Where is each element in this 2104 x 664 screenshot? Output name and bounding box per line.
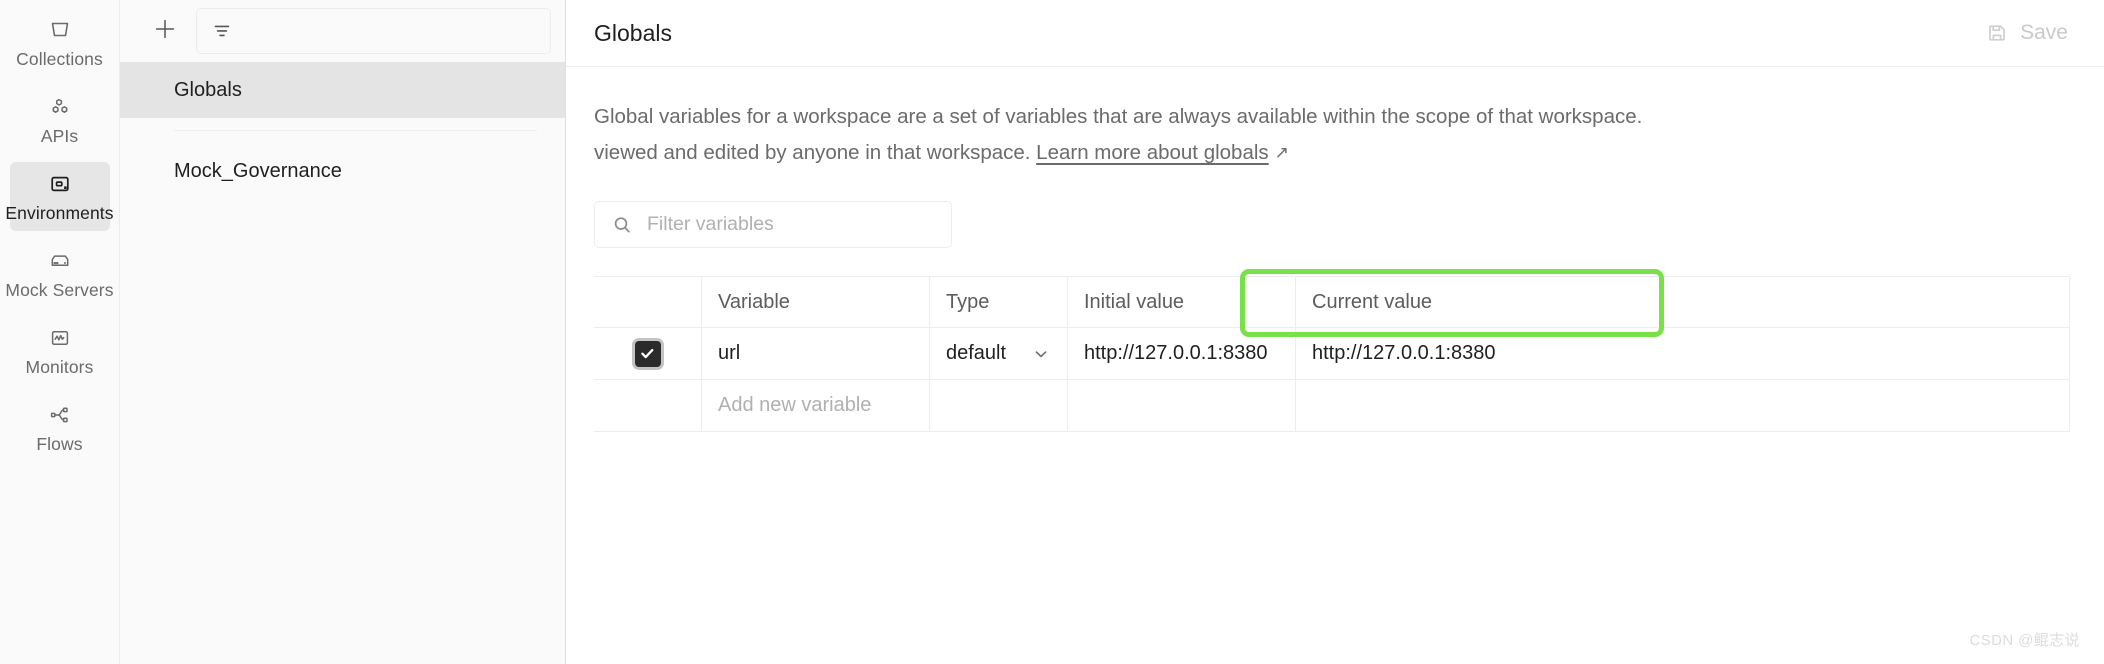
description-text: viewed and edited by anyone in that work… [594, 141, 1037, 164]
save-button-label: Save [2020, 21, 2068, 44]
row-select-cell [594, 328, 702, 379]
table-header-type: Type [930, 277, 1068, 327]
environment-list-item-mock-governance[interactable]: Mock_Governance [120, 143, 565, 199]
sidebar-item-monitors[interactable]: Monitors [10, 316, 110, 385]
variable-name-value: url [718, 342, 741, 364]
add-row-type-cell[interactable] [930, 380, 1068, 431]
globals-description-line1: Global variables for a workspace are a s… [594, 105, 1643, 128]
monitors-icon [47, 325, 73, 351]
column-label: Initial value [1084, 290, 1185, 313]
environment-list-item-globals[interactable]: Globals [120, 62, 565, 118]
sidebar-item-label: Mock Servers [5, 280, 114, 300]
main-body: Global variables for a workspace are a s… [566, 67, 2104, 664]
main-header: Globals Save [566, 0, 2104, 67]
flows-icon [47, 402, 73, 428]
add-new-variable-placeholder: Add new variable [718, 394, 872, 416]
external-link-arrow-icon: ↗ [1274, 143, 1289, 162]
column-label: Variable [718, 290, 790, 313]
column-label: Type [946, 290, 990, 313]
watermark: CSDN @鲲志说 [1969, 632, 2080, 649]
variable-initial-value-cell[interactable]: http://127.0.0.1:8380 [1068, 328, 1296, 379]
mock-servers-icon [47, 248, 73, 274]
sidebar-item-environments[interactable]: Environments [5, 162, 114, 231]
sidebar-item-label: Environments [5, 203, 114, 223]
list-item-label: Globals [174, 78, 242, 101]
plus-icon [152, 16, 178, 47]
left-nav-rail: Collections APIs Environments Mock Serve… [0, 0, 120, 664]
search-icon [611, 214, 633, 236]
add-row-current-value-cell[interactable] [1296, 380, 2070, 431]
sidebar-item-mock-servers[interactable]: Mock Servers [5, 239, 113, 308]
table-header-select [594, 277, 702, 327]
variable-current-value: http://127.0.0.1:8380 [1312, 342, 1496, 364]
globals-description-line2: viewed and edited by anyone in that work… [594, 135, 2104, 171]
sidebar-item-flows[interactable]: Flows [10, 393, 110, 462]
filter-variables-input[interactable]: Filter variables [594, 201, 952, 248]
apis-icon [47, 94, 73, 120]
sidebar-item-label: Monitors [25, 357, 94, 377]
sidebar-item-label: Collections [16, 49, 103, 69]
add-row-select-cell [594, 380, 702, 431]
table-header-variable: Variable [702, 277, 930, 327]
sidebar-item-apis[interactable]: APIs [10, 85, 110, 154]
filter-icon [211, 20, 233, 42]
table-row: url default http://127.0.0.1:8380 http:/… [594, 328, 2070, 380]
table-header-row: Variable Type Initial value Current valu… [594, 277, 2070, 328]
add-row-initial-value-cell[interactable] [1068, 380, 1296, 431]
variable-current-value-cell[interactable]: http://127.0.0.1:8380 [1296, 328, 2070, 379]
collections-icon [47, 17, 73, 43]
environments-icon [47, 171, 73, 197]
create-environment-button[interactable] [148, 14, 182, 48]
add-new-variable-row[interactable]: Add new variable [594, 380, 2070, 432]
table-header-initial-value: Initial value [1068, 277, 1296, 327]
table-header-current-value: Current value [1296, 277, 2070, 327]
filter-variables-placeholder: Filter variables [647, 213, 774, 235]
environments-list-pane: Globals Mock_Governance [120, 0, 566, 664]
save-button[interactable]: Save [1977, 15, 2076, 51]
save-disk-icon [1985, 21, 2009, 45]
learn-more-about-globals-link[interactable]: Learn more about globals [1036, 141, 1269, 164]
chevron-down-icon [1031, 344, 1051, 364]
column-label: Current value [1312, 290, 1433, 313]
variables-table: Variable Type Initial value Current valu… [594, 269, 2070, 432]
add-new-variable-input[interactable]: Add new variable [702, 380, 930, 431]
environments-filter-input[interactable] [196, 8, 551, 54]
list-item-label: Mock_Governance [174, 159, 342, 182]
environments-toolbar [120, 0, 565, 62]
variable-type-value: default [946, 342, 1007, 364]
variable-type-select[interactable]: default [930, 328, 1068, 379]
sidebar-item-label: APIs [40, 126, 79, 146]
page-title: Globals [594, 19, 672, 46]
postman-environments-screen: Collections APIs Environments Mock Serve… [0, 0, 2104, 664]
list-divider [174, 130, 537, 131]
variable-enabled-checkbox[interactable] [634, 340, 661, 367]
sidebar-item-collections[interactable]: Collections [10, 8, 110, 77]
variable-initial-value: http://127.0.0.1:8380 [1084, 342, 1268, 364]
variable-name-cell[interactable]: url [702, 328, 930, 379]
sidebar-item-label: Flows [36, 434, 83, 454]
main-content: Globals Save Global variables for a work… [566, 0, 2104, 664]
